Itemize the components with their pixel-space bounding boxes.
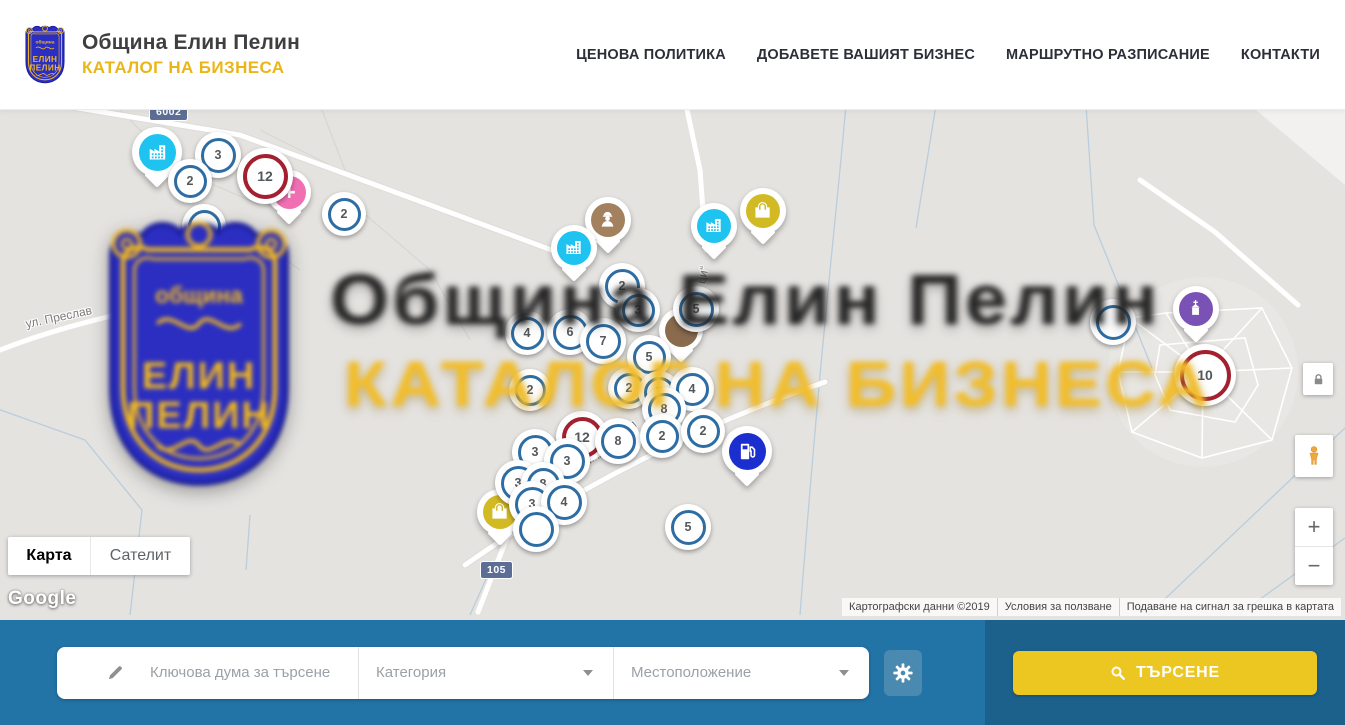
attribution-link[interactable]: Подаване на сигнал за грешка в картата [1119, 598, 1341, 616]
category-pin-church[interactable] [1173, 286, 1219, 332]
cluster-marker[interactable]: 5 [673, 286, 719, 332]
lock-control[interactable] [1303, 363, 1333, 395]
keyword-field [57, 647, 358, 699]
cluster-marker[interactable]: 2 [322, 192, 366, 236]
category-pin-fuel[interactable] [722, 426, 772, 476]
lock-icon [1311, 372, 1326, 387]
zoom-out-button[interactable]: − [1295, 547, 1333, 585]
search-icon [1110, 665, 1126, 681]
cluster-marker[interactable]: 7 [580, 318, 626, 364]
factory-icon [697, 209, 731, 243]
google-logo: Google [8, 588, 76, 610]
cluster-marker[interactable]: 10 [1174, 344, 1236, 406]
cluster-marker[interactable]: 8 [595, 418, 641, 464]
cluster-count: 8 [601, 424, 636, 459]
search-panel: Категория Местоположение [0, 620, 985, 725]
nav-item-2[interactable]: МАРШРУТНО РАЗПИСАНИЕ [1006, 47, 1210, 63]
cluster-count: 10 [1180, 350, 1231, 401]
factory-icon [139, 134, 176, 171]
cluster-marker[interactable]: 2 [168, 159, 212, 203]
factory-icon [557, 231, 591, 265]
map-attribution: Картографски данни ©2019Условия за ползв… [842, 598, 1341, 616]
site-logo[interactable]: община ЕЛИН ПЕЛИН Община Елин Пелин КАТА… [20, 24, 300, 86]
church-icon [1179, 292, 1213, 326]
cluster-marker[interactable]: 2 [681, 409, 725, 453]
search-action-panel: ТЪРСЕНЕ [985, 620, 1345, 725]
cluster-count: 7 [586, 324, 621, 359]
cluster-marker[interactable]: 12 [237, 148, 293, 204]
bag-icon [746, 194, 780, 228]
cluster-marker[interactable]: 2 [640, 414, 684, 458]
category-pin-bag[interactable] [740, 188, 786, 234]
nav-item-1[interactable]: ДОБАВЕТЕ ВАШИЯТ БИЗНЕС [757, 47, 975, 63]
svg-text:ПЕЛИН: ПЕЛИН [29, 63, 60, 72]
cluster-count: 5 [679, 292, 714, 327]
pegman-control[interactable] [1295, 435, 1333, 477]
attribution-link[interactable]: Условия за ползване [997, 598, 1119, 616]
gear-icon [892, 662, 914, 684]
zoom-control: + − [1295, 508, 1333, 585]
attribution-text: Картографски данни ©2019 [842, 598, 997, 616]
cluster-marker[interactable]: 4 [505, 311, 549, 355]
cluster-count: 2 [515, 375, 546, 406]
road-badge: 105 [481, 562, 512, 578]
cluster-count: 4 [511, 317, 544, 350]
chevron-down-icon [583, 670, 593, 676]
category-select[interactable]: Категория [358, 647, 613, 699]
cluster-count [519, 512, 554, 547]
map-type-control: Карта Сателит [8, 537, 190, 575]
svg-text:ЕЛИН: ЕЛИН [33, 55, 58, 64]
cluster-count: 2 [687, 415, 720, 448]
fuel-icon [729, 433, 766, 470]
map-type-map-button[interactable]: Карта [8, 537, 90, 575]
road-badge: 6002 [150, 110, 187, 120]
main-nav: ЦЕНОВА ПОЛИТИКА ДОБАВЕТЕ ВАШИЯТ БИЗНЕС МАР… [576, 47, 1320, 63]
cluster-marker[interactable]: 5 [665, 504, 711, 550]
municipality-crest-icon: община ЕЛИН ПЕЛИН [20, 24, 70, 86]
cluster-count: 2 [328, 198, 361, 231]
map-type-satellite-button[interactable]: Сателит [90, 537, 190, 575]
header: община ЕЛИН ПЕЛИН Община Елин Пелин КАТА… [0, 0, 1345, 110]
cluster-count: 2 [174, 165, 207, 198]
cluster-count: 5 [671, 510, 706, 545]
cluster-count: 12 [243, 154, 288, 199]
category-pin-factory[interactable] [551, 225, 597, 271]
keyword-input[interactable] [150, 664, 358, 681]
nav-item-3[interactable]: КОНТАКТИ [1241, 47, 1320, 63]
cluster-count [188, 210, 221, 243]
settings-button[interactable] [884, 650, 922, 696]
category-pin-factory[interactable] [691, 203, 737, 249]
map-canvas[interactable]: ул. Преславбул. „Новоселци“6002105 32122… [0, 110, 1345, 620]
cluster-count: 2 [646, 420, 679, 453]
cluster-count: 3 [622, 294, 655, 327]
pegman-icon [1303, 443, 1325, 469]
site-subtitle: КАТАЛОГ НА БИЗНЕСА [82, 58, 300, 78]
cluster-marker[interactable]: 2 [509, 369, 551, 411]
pencil-icon [107, 664, 124, 681]
cluster-marker[interactable] [1090, 299, 1136, 345]
nav-item-0[interactable]: ЦЕНОВА ПОЛИТИКА [576, 47, 726, 63]
cluster-count [1096, 305, 1131, 340]
chevron-down-icon [839, 670, 849, 676]
cluster-marker[interactable]: 3 [616, 288, 660, 332]
zoom-in-button[interactable]: + [1295, 508, 1333, 547]
location-select[interactable]: Местоположение [613, 647, 869, 699]
search-button[interactable]: ТЪРСЕНЕ [1013, 651, 1317, 695]
site-title: Община Елин Пелин [82, 31, 300, 55]
search-bar: Категория Местоположение [0, 620, 1345, 725]
cluster-marker[interactable] [513, 506, 559, 552]
cluster-marker[interactable] [182, 204, 226, 248]
